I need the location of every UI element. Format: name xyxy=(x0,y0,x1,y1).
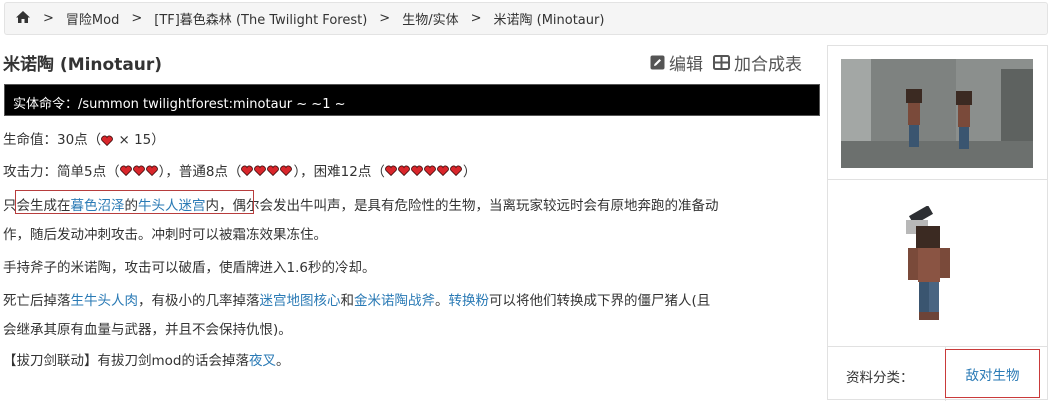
minotaur-model-image xyxy=(888,205,988,336)
attack-prefix: 攻击力：简单5点（ xyxy=(3,164,120,180)
heart-icon xyxy=(397,164,411,180)
category-label: 资料分类： xyxy=(846,370,914,386)
paragraph-spawn-line2: 作，随后发动冲刺攻击。冲刺时可以被霜冻效果冻住。 xyxy=(3,227,327,243)
link-yasha[interactable]: 夜叉 xyxy=(249,353,276,369)
infobox-sidebar: 资料分类： 敌对生物 xyxy=(827,45,1048,401)
health-suffix: × 15） xyxy=(114,132,165,148)
text-segment: 死亡后掉落 xyxy=(3,293,71,309)
heart-icon xyxy=(119,164,133,180)
home-icon[interactable] xyxy=(15,10,31,28)
heart-icon xyxy=(449,164,463,180)
heart-icon xyxy=(132,164,146,180)
paragraph-drops: 死亡后掉落生牛头人肉，有极小的几率掉落迷宫地图核心和金米诺陶战斧。转换粉可以将他… xyxy=(3,289,710,309)
hard-hearts xyxy=(384,164,463,180)
attack-line: 攻击力：简单5点（ ），普通8点（ ），困难12点（ ） xyxy=(3,160,476,180)
add-recipe-button[interactable]: 加合成表 xyxy=(713,50,802,75)
title-actions: 编辑 加合成表 xyxy=(650,50,802,75)
edit-button[interactable]: 编辑 xyxy=(650,50,703,75)
attack-normal: ），普通8点（ xyxy=(158,164,242,180)
breadcrumb: > 冒险Mod > [TF]暮色森林 (The Twilight Forest)… xyxy=(4,2,1048,35)
add-recipe-label: 加合成表 xyxy=(734,55,802,75)
heart-icon xyxy=(384,164,398,180)
edit-icon xyxy=(650,55,665,70)
breadcrumb-item-creatures[interactable]: 生物/实体 xyxy=(402,9,458,28)
text-segment: 可以将他们转换成下界的僵尸猪人(且 xyxy=(489,293,711,309)
breadcrumb-item-twilight-forest[interactable]: [TF]暮色森林 (The Twilight Forest) xyxy=(154,9,367,28)
text-segment: 。 xyxy=(275,353,290,369)
link-gold-minotaur-axe[interactable]: 金米诺陶战斧 xyxy=(354,293,435,309)
text-segment: 【拔刀剑联动】有拔刀剑mod的话会掉落 xyxy=(3,353,249,369)
breadcrumb-separator: > xyxy=(43,11,54,26)
link-transformation-powder[interactable]: 转换粉 xyxy=(449,293,490,309)
attack-hard: ），困难12点（ xyxy=(293,164,385,180)
highlight-box xyxy=(15,190,254,214)
category-cell: 敌对生物 xyxy=(945,349,1040,398)
easy-hearts xyxy=(119,164,159,180)
heart-icon xyxy=(145,164,159,180)
heart-icon xyxy=(423,164,437,180)
summon-command: 实体命令：/summon twilightforest:minotaur ~ ~… xyxy=(4,84,820,116)
link-maze-map-core[interactable]: 迷宫地图核心 xyxy=(260,293,341,309)
breadcrumb-separator: > xyxy=(379,11,391,26)
heart-icon xyxy=(254,164,267,180)
normal-hearts xyxy=(241,164,293,180)
breadcrumb-item-current: 米诺陶 (Minotaur) xyxy=(493,13,605,28)
text-segment: 。 xyxy=(435,293,449,309)
health-line: 生命值：30点（ × 15） xyxy=(3,128,165,148)
breadcrumb-separator: > xyxy=(131,11,143,26)
heart-icon xyxy=(410,164,424,180)
heart-icon xyxy=(280,164,293,180)
breadcrumb-separator: > xyxy=(470,11,482,26)
paragraph-slashblade: 【拔刀剑联动】有拔刀剑mod的话会掉落夜叉。 xyxy=(3,349,289,369)
text-segment: 和 xyxy=(340,293,355,309)
text-segment: ，有极小的几率掉落 xyxy=(138,293,260,309)
heart-icon xyxy=(436,164,450,180)
category-link-hostile[interactable]: 敌对生物 xyxy=(966,364,1020,384)
breadcrumb-item-adventure-mod[interactable]: 冒险Mod xyxy=(66,9,119,28)
attack-end: ） xyxy=(462,164,477,180)
page-title: 米诺陶 (Minotaur) xyxy=(3,55,163,75)
paragraph-axe: 手持斧子的米诺陶，攻击可以破盾，使盾牌进入1.6秒的冷却。 xyxy=(3,260,376,276)
edit-label: 编辑 xyxy=(669,55,703,75)
heart-icon xyxy=(241,164,254,180)
health-prefix: 生命值：30点（ xyxy=(3,132,102,148)
link-raw-meef[interactable]: 生牛头人肉 xyxy=(71,293,139,309)
heart-icon xyxy=(101,135,114,146)
divider xyxy=(828,346,1047,347)
minotaur-screenshot-image xyxy=(841,59,1033,168)
text-segment: 内，偶尔会发出牛叫声，是具有危险性的生物，当离玩家较远时会有原地奔跑的准备动 xyxy=(205,198,719,214)
table-icon xyxy=(713,55,730,70)
divider xyxy=(828,179,1047,180)
paragraph-drops-line2: 会继承其原有血量与武器，并且不会保持仇恨)。 xyxy=(3,322,292,338)
heart-icon xyxy=(267,164,280,180)
